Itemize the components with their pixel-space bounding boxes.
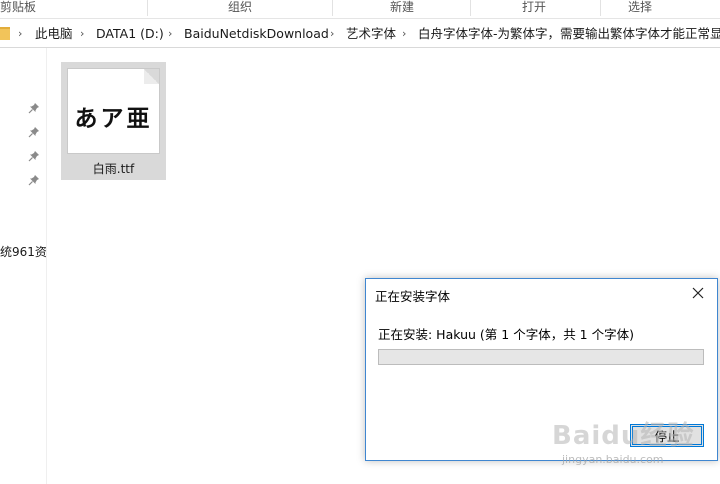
chevron-right-icon[interactable]: ›: [168, 25, 172, 42]
dialog-titlebar[interactable]: 正在安装字体: [366, 279, 717, 308]
ribbon-group-clipboard: 剪贴板: [0, 0, 36, 14]
chevron-right-icon[interactable]: ›: [80, 25, 84, 42]
ribbon-divider: [470, 0, 471, 16]
breadcrumb-this-pc[interactable]: 此电脑: [35, 25, 73, 42]
stop-button-label: 停止: [654, 429, 680, 444]
install-status-text: 正在安装: Hakuu (第 1 个字体，共 1 个字体): [378, 327, 634, 342]
pin-icon[interactable]: [28, 174, 40, 186]
install-progress-bar: [378, 349, 704, 365]
navigation-pane: 统961资料: [0, 48, 47, 484]
chevron-right-icon[interactable]: ›: [402, 25, 406, 42]
font-file-icon: あア亜: [67, 68, 160, 154]
close-icon[interactable]: [689, 284, 707, 302]
ribbon-group-new: 新建: [389, 0, 414, 14]
ribbon-group-open: 打开: [521, 0, 546, 14]
nav-item-partial[interactable]: 统961资料: [0, 243, 46, 260]
breadcrumb-current-folder[interactable]: 白舟字体字体-为繁体字，需要输出繁体字体才能正常显示: [418, 25, 720, 42]
pin-icon[interactable]: [28, 102, 40, 114]
breadcrumb-drive[interactable]: DATA1 (D:): [96, 25, 164, 42]
breadcrumb-download-folder[interactable]: BaiduNetdiskDownload: [184, 25, 329, 42]
file-item-font[interactable]: あア亜 白雨.ttf: [61, 62, 166, 180]
chevron-right-icon[interactable]: ›: [330, 25, 334, 42]
chevron-right-icon[interactable]: ›: [18, 25, 22, 42]
installing-font-dialog: 正在安装字体 正在安装: Hakuu (第 1 个字体，共 1 个字体) 停止: [365, 278, 718, 461]
ribbon-group-organize: 组织: [227, 0, 252, 14]
stop-button[interactable]: 停止: [630, 424, 704, 447]
breadcrumb-art-fonts[interactable]: 艺术字体: [346, 25, 396, 42]
ribbon-divider: [147, 0, 148, 16]
ribbon-group-select: 选择: [627, 0, 652, 14]
folder-icon: [0, 27, 10, 40]
pin-icon[interactable]: [28, 150, 40, 162]
ribbon-group-labels: 剪贴板 组织 新建 打开 选择: [0, 0, 720, 19]
file-name: 白雨.ttf: [92, 162, 135, 176]
dialog-title: 正在安装字体: [375, 289, 451, 304]
address-bar[interactable]: › 此电脑 › DATA1 (D:) › BaiduNetdiskDownloa…: [0, 20, 720, 48]
pin-icon[interactable]: [28, 126, 40, 138]
font-preview-glyphs: あア亜: [74, 105, 153, 132]
ribbon-divider: [332, 0, 333, 16]
page-fold: [144, 69, 159, 84]
ribbon-divider: [600, 0, 601, 16]
